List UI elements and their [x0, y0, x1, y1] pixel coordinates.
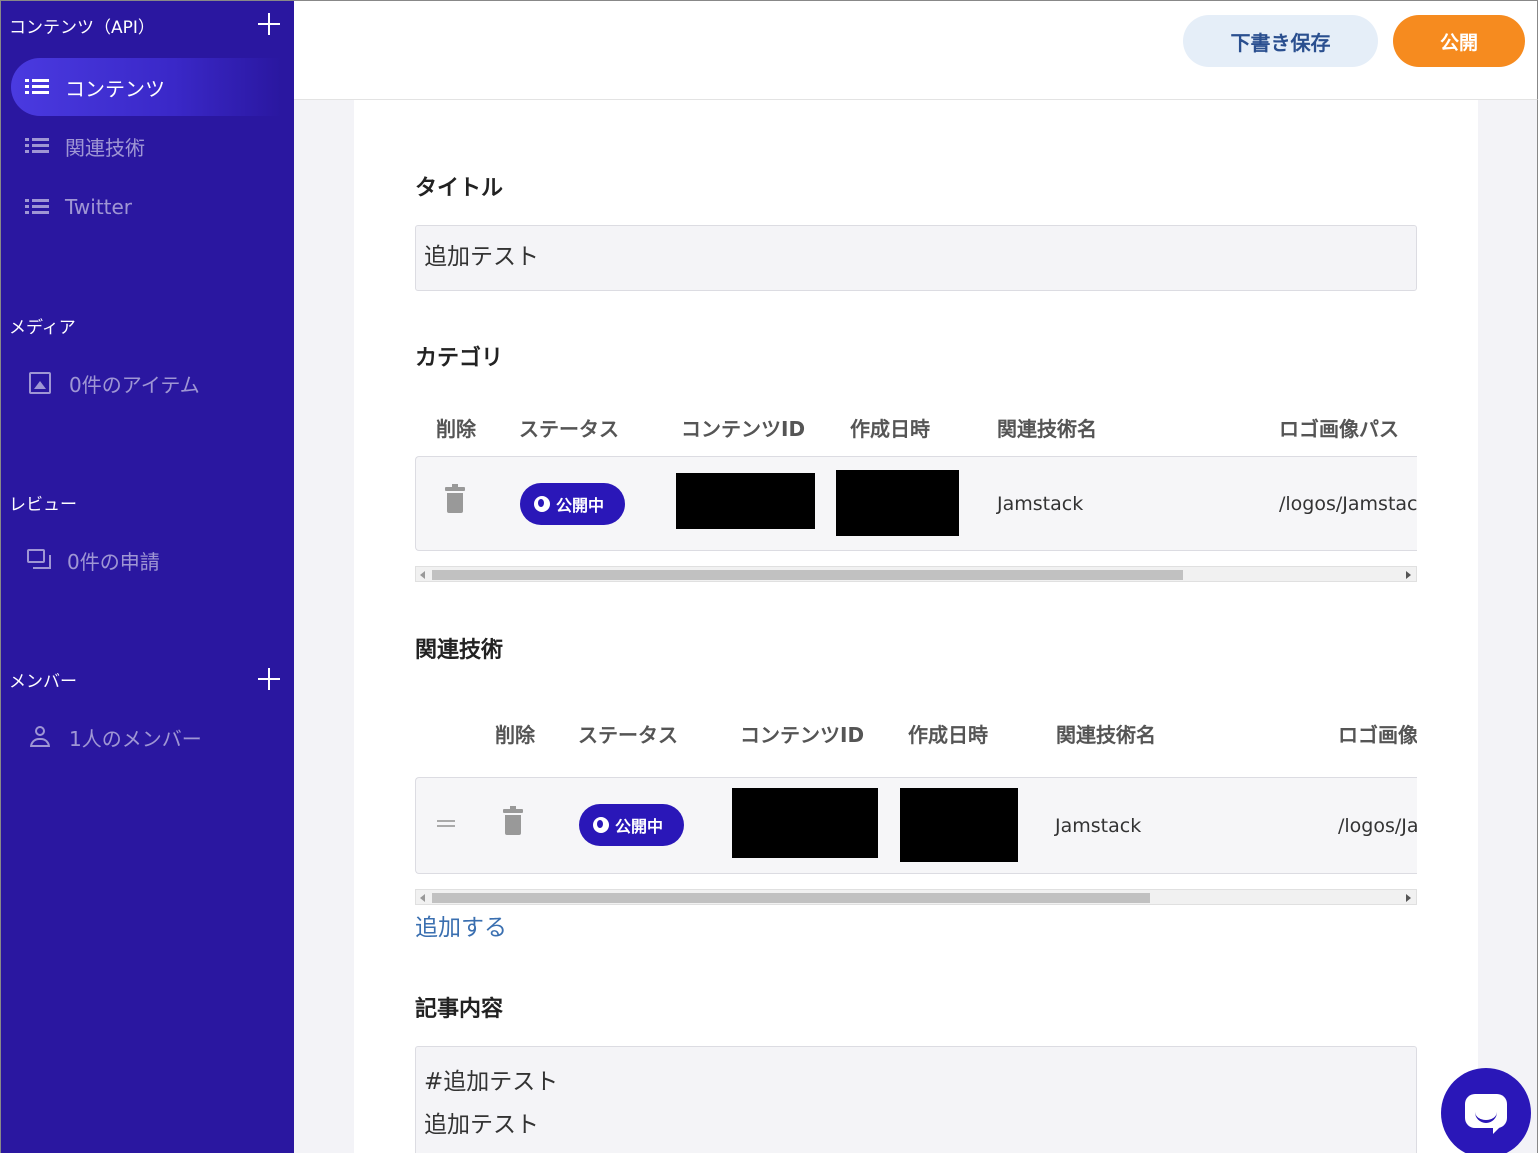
- redacted-content-id: [676, 473, 815, 529]
- title-input[interactable]: 追加テスト: [415, 225, 1417, 291]
- column-header: 削除: [436, 417, 476, 441]
- globe-icon: [534, 496, 550, 512]
- scroll-right-icon[interactable]: [1406, 571, 1411, 579]
- table-row[interactable]: 公開中 Jamstack /logos/Ja: [415, 777, 1417, 874]
- trash-icon[interactable]: [445, 484, 465, 513]
- main-area: タイトル 追加テスト カテゴリ 削除 ステータス コンテンツID 作成日時 関連…: [294, 100, 1538, 1153]
- redacted-created-at: [836, 470, 959, 536]
- scroll-left-icon[interactable]: [420, 894, 425, 902]
- column-header: 作成日時: [908, 723, 988, 747]
- sidebar-item-related-tech[interactable]: 関連技術: [11, 117, 281, 175]
- column-header: ロゴ画像: [1338, 723, 1417, 746]
- column-header: ステータス: [578, 723, 678, 747]
- sidebar-item-contents[interactable]: コンテンツ: [11, 58, 281, 116]
- body-label: 記事内容: [415, 997, 504, 1022]
- media-header: メディア: [9, 318, 76, 338]
- sidebar: コンテンツ（API） コンテンツ 関連技術 Twitter メディア 0件のアイ…: [0, 0, 294, 1153]
- status-badge: 公開中: [520, 483, 625, 525]
- scrollbar-thumb[interactable]: [432, 893, 1150, 903]
- column-header: 削除: [495, 723, 535, 747]
- chat-support-button[interactable]: [1441, 1068, 1531, 1153]
- clipped-column-header: ロゴ画像: [1338, 712, 1417, 746]
- list-icon: [25, 136, 51, 156]
- publish-button[interactable]: 公開: [1393, 15, 1525, 67]
- drag-handle-icon[interactable]: [437, 820, 455, 828]
- logo-path-cell: /logos/Ja: [1338, 815, 1417, 837]
- add-related-link[interactable]: 追加する: [415, 908, 507, 942]
- body-line: #追加テスト: [424, 1069, 559, 1095]
- save-draft-button[interactable]: 下書き保存: [1183, 15, 1378, 67]
- content-api-header: コンテンツ（API）: [9, 18, 155, 38]
- review-header: レビュー: [9, 495, 77, 515]
- chat-icon: [27, 549, 53, 571]
- column-header: 関連技術名: [1056, 723, 1156, 747]
- add-member-plus-icon[interactable]: [258, 668, 280, 690]
- status-badge: 公開中: [579, 804, 684, 846]
- sidebar-item-label: 0件の申請: [67, 549, 160, 574]
- sidebar-item-media[interactable]: 0件のアイテム: [11, 354, 281, 412]
- column-header: ステータス: [519, 417, 619, 441]
- column-header: ロゴ画像パス: [1279, 417, 1399, 441]
- sidebar-item-label: 1人のメンバー: [69, 726, 202, 751]
- tech-name-cell: Jamstack: [997, 493, 1084, 515]
- list-icon: [25, 197, 51, 217]
- scrollbar-thumb[interactable]: [432, 570, 1183, 580]
- topbar: 下書き保存 公開: [294, 0, 1538, 100]
- user-icon: [29, 726, 51, 748]
- related-tech-label: 関連技術: [415, 638, 504, 663]
- scroll-right-icon[interactable]: [1406, 894, 1411, 902]
- horizontal-scrollbar[interactable]: [415, 566, 1417, 582]
- edit-form: タイトル 追加テスト カテゴリ 削除 ステータス コンテンツID 作成日時 関連…: [354, 100, 1478, 1153]
- tech-name-cell: Jamstack: [1055, 815, 1142, 837]
- sidebar-item-twitter[interactable]: Twitter: [11, 178, 281, 236]
- list-icon: [25, 77, 51, 97]
- scroll-left-icon[interactable]: [420, 571, 425, 579]
- category-label: カテゴリ: [415, 346, 504, 371]
- title-label: タイトル: [415, 176, 504, 201]
- sidebar-item-label: 関連技術: [65, 135, 145, 160]
- redacted-content-id: [732, 788, 878, 858]
- table-row[interactable]: 公開中 Jamstack /logos/Jamstac: [415, 456, 1417, 551]
- sidebar-item-label: Twitter: [65, 195, 133, 219]
- horizontal-scrollbar[interactable]: [415, 889, 1417, 905]
- body-textarea[interactable]: #追加テスト 追加テスト: [415, 1046, 1417, 1153]
- sidebar-item-members[interactable]: 1人のメンバー: [11, 708, 281, 766]
- globe-icon: [593, 817, 609, 833]
- add-api-plus-icon[interactable]: [258, 13, 280, 35]
- column-header: コンテンツID: [740, 723, 865, 747]
- column-header: 作成日時: [850, 417, 930, 441]
- body-line: 追加テスト: [424, 1112, 539, 1138]
- trash-icon[interactable]: [503, 806, 523, 835]
- sidebar-item-label: コンテンツ: [65, 76, 165, 101]
- redacted-created-at: [900, 788, 1018, 862]
- image-icon: [29, 372, 51, 394]
- member-header: メンバー: [9, 672, 77, 692]
- chat-bubble-icon: [1465, 1094, 1507, 1128]
- logo-path-cell: /logos/Jamstac: [1279, 493, 1417, 515]
- sidebar-item-review[interactable]: 0件の申請: [11, 531, 281, 589]
- sidebar-item-label: 0件のアイテム: [69, 372, 200, 397]
- column-header: 関連技術名: [997, 417, 1097, 441]
- column-header: コンテンツID: [681, 417, 806, 441]
